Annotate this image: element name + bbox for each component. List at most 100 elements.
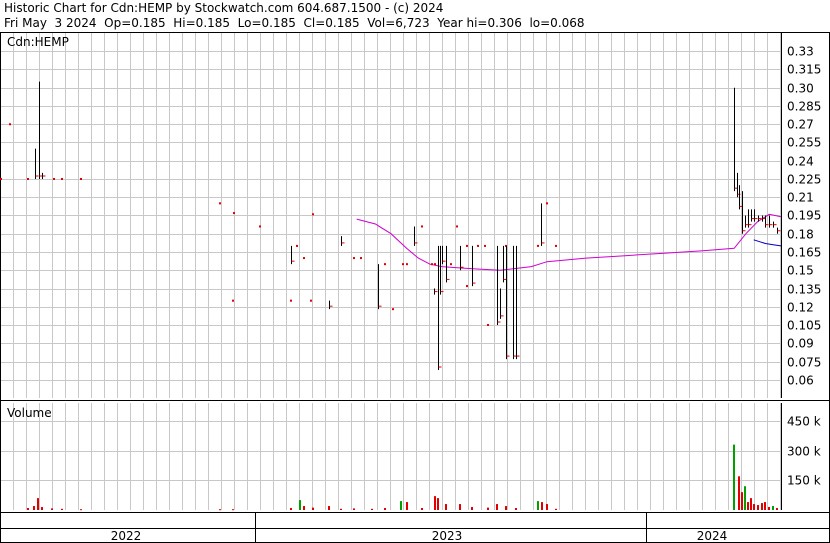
price-tick — [537, 244, 539, 247]
volume-bar — [772, 506, 774, 510]
volume-bar — [353, 508, 355, 510]
year-label: 2022 — [111, 529, 142, 543]
volume-bar — [434, 496, 436, 510]
price-tick — [466, 285, 468, 288]
price-tick — [406, 263, 408, 266]
volume-tick-label: 300 k — [787, 445, 821, 459]
price-tick — [53, 178, 55, 180]
volume-bar — [61, 508, 63, 510]
volume-bar — [546, 504, 548, 510]
volume-bar — [299, 500, 301, 510]
volume-bar — [445, 504, 447, 510]
volume-bar — [555, 508, 557, 510]
volume-bar — [537, 501, 539, 510]
price-tick — [310, 299, 312, 302]
volume-bar — [541, 502, 543, 510]
volume-bar — [219, 509, 221, 511]
price-panel-label: Cdn:HEMP — [7, 35, 69, 49]
price-tick — [434, 263, 436, 266]
volume-bar — [741, 492, 743, 510]
volume-bar — [312, 507, 314, 510]
price-tick-label: 0.255 — [787, 136, 821, 150]
volume-bar — [496, 504, 498, 510]
price-tick — [312, 213, 314, 216]
price-tick — [290, 299, 292, 302]
volume-bar — [421, 508, 423, 510]
price-tick — [384, 263, 386, 266]
volume-bar — [328, 506, 330, 510]
price-tick — [80, 178, 82, 180]
volume-bar — [505, 506, 507, 510]
volume-bar — [437, 498, 439, 510]
volume-bar — [340, 508, 342, 510]
price-tick-label: 0.225 — [787, 173, 821, 187]
year-label: 2024 — [697, 529, 728, 543]
volume-bar — [406, 502, 408, 510]
price-tick-label: 0.18 — [787, 228, 814, 242]
price-tick-label: 0.21 — [787, 191, 814, 205]
stock-chart: 0.33 0.315 0.30 0.285 0.27 0.255 0.24 0.225 0.21… — [0, 32, 830, 543]
price-tick-label: 0.285 — [787, 100, 821, 114]
volume-bar — [400, 501, 402, 510]
price-tick — [456, 225, 458, 228]
price-tick — [232, 299, 234, 302]
price-tick — [487, 324, 489, 326]
price-tick-label: 0.165 — [787, 246, 821, 260]
price-tick-label: 0.315 — [787, 63, 821, 77]
year-label: 2023 — [432, 529, 463, 543]
price-tick-label: 0.135 — [787, 283, 821, 297]
price-tick — [353, 257, 355, 260]
volume-bar — [27, 508, 29, 510]
price-tick — [421, 225, 423, 228]
volume-bar — [764, 502, 766, 510]
price-tick — [233, 212, 235, 215]
volume-bar — [487, 507, 489, 510]
volume-bar — [776, 508, 778, 510]
price-tick — [466, 244, 468, 247]
volume-tick-label: 450 k — [787, 415, 821, 429]
volume-bar — [232, 509, 234, 511]
volume-bar — [303, 506, 305, 510]
volume-panel-label: Volume — [7, 406, 52, 420]
price-tick — [450, 263, 452, 266]
volume-bar — [80, 509, 82, 511]
volume-bar — [761, 503, 763, 510]
price-tick — [9, 123, 11, 126]
price-tick — [61, 178, 63, 180]
volume-bar — [290, 508, 292, 510]
price-tick — [360, 257, 362, 260]
volume-bar — [747, 502, 749, 510]
volume-bar — [384, 508, 386, 510]
price-tick — [296, 244, 298, 247]
price-tick-label: 0.27 — [787, 118, 814, 132]
volume-bar — [744, 486, 746, 510]
price-tick — [219, 202, 221, 205]
chart-frame — [0, 32, 830, 543]
price-tick — [555, 244, 557, 247]
volume-bar — [471, 507, 473, 510]
price-tick — [392, 308, 394, 311]
volume-bar — [371, 508, 373, 510]
price-tick-label: 0.33 — [787, 45, 814, 59]
volume-bar — [733, 444, 735, 510]
volume-bar — [41, 507, 43, 510]
moving-average-long — [356, 213, 782, 271]
volume-bar — [753, 504, 755, 510]
price-tick-label: 0.06 — [787, 374, 814, 388]
volume-bar — [738, 476, 740, 510]
price-tick-label: 0.105 — [787, 319, 821, 333]
price-tick-label: 0.30 — [787, 82, 814, 96]
price-tick — [27, 178, 29, 180]
price-tick-label: 0.09 — [787, 337, 814, 351]
price-tick — [303, 257, 305, 260]
price-tick — [431, 263, 433, 266]
price-tick-label: 0.24 — [787, 155, 814, 169]
price-tick-label: 0.075 — [787, 356, 821, 370]
volume-bar — [515, 508, 517, 510]
price-tick — [546, 202, 548, 205]
price-tick — [484, 244, 486, 247]
volume-bar — [750, 498, 752, 510]
volume-bar — [459, 504, 461, 510]
price-tick-label: 0.12 — [787, 301, 814, 315]
volume-bar — [768, 507, 770, 510]
